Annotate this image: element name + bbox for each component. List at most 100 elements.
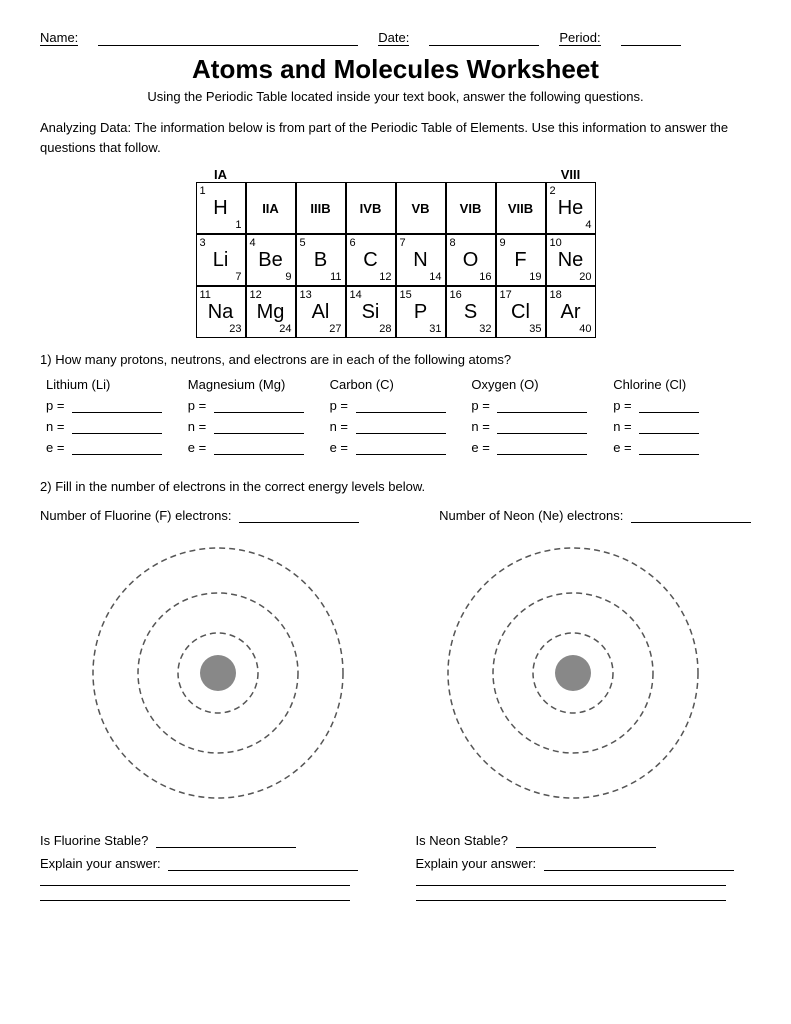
neon-bohr-diagram bbox=[433, 533, 713, 813]
element-Ar: 18 Ar 40 bbox=[546, 286, 596, 338]
fill-Li-n bbox=[72, 433, 162, 434]
fill-row-Li-n: n = bbox=[46, 419, 178, 434]
atom-name-Cl: Chlorine (Cl) bbox=[613, 377, 745, 392]
element-S: 16 S 32 bbox=[446, 286, 496, 338]
group-IIIB: IIIB bbox=[296, 182, 346, 234]
fluorine-electrons-fill bbox=[239, 522, 359, 523]
fill-row-C-n: n = bbox=[330, 419, 462, 434]
fill-C-n bbox=[356, 433, 446, 434]
group-IIA: IIA bbox=[246, 182, 296, 234]
fill-row-O-e: e = bbox=[471, 440, 603, 455]
neon-stable-fill bbox=[516, 847, 656, 848]
question-1-section: 1) How many protons, neutrons, and elect… bbox=[40, 352, 751, 463]
fluorine-stability-col: Is Fluorine Stable? Explain your answer: bbox=[40, 833, 376, 901]
element-Mg: 12 Mg 24 bbox=[246, 286, 296, 338]
period-label: Period: bbox=[559, 30, 600, 46]
electron-labels-row: Number of Fluorine (F) electrons: Number… bbox=[40, 508, 751, 523]
neon-line-1 bbox=[416, 885, 726, 886]
period-line bbox=[621, 30, 681, 46]
pt-row-2: 11 Na 23 12 Mg 24 13 Al 27 14 Si 28 15 P bbox=[196, 286, 596, 338]
header-line: Name: Date: Period: bbox=[40, 30, 751, 46]
fill-row-Mg-e: e = bbox=[188, 440, 320, 455]
fill-Cl-p bbox=[639, 412, 699, 413]
atomic-num-H: 1 bbox=[200, 185, 206, 197]
periodic-table-section: IA VIII 1 H 1 IIA IIIB IVB VB VIB VIIB bbox=[40, 167, 751, 338]
element-O: 8 O 16 bbox=[446, 234, 496, 286]
question-2-section: 2) Fill in the number of electrons in th… bbox=[40, 479, 751, 901]
fluorine-explain-fill bbox=[168, 870, 358, 871]
element-Ne: 10 Ne 20 bbox=[546, 234, 596, 286]
element-Si: 14 Si 28 bbox=[346, 286, 396, 338]
fill-O-e bbox=[497, 454, 587, 455]
subtitle: Using the Periodic Table located inside … bbox=[40, 89, 751, 104]
fill-row-Li-p: p = bbox=[46, 398, 178, 413]
fluorine-electrons-label: Number of Fluorine (F) electrons: bbox=[40, 508, 359, 523]
neon-stability-col: Is Neon Stable? Explain your answer: bbox=[416, 833, 752, 901]
fill-row-Cl-p: p = bbox=[613, 398, 745, 413]
fill-O-p bbox=[497, 412, 587, 413]
fill-Li-e bbox=[72, 454, 162, 455]
element-B: 5 B 11 bbox=[296, 234, 346, 286]
neon-electrons-label: Number of Neon (Ne) electrons: bbox=[439, 508, 751, 523]
group-IVB: IVB bbox=[346, 182, 396, 234]
atom-col-Cl: Chlorine (Cl) p = n = e = bbox=[609, 377, 749, 461]
neon-explain-fill bbox=[544, 870, 734, 871]
group-headers-top: IA VIII bbox=[196, 167, 596, 182]
gh-VIII: VIII bbox=[546, 167, 596, 182]
neon-explain-text: Explain your answer: bbox=[416, 856, 752, 871]
element-F: 9 F 19 bbox=[496, 234, 546, 286]
fill-C-e bbox=[356, 454, 446, 455]
atom-col-O: Oxygen (O) p = n = e = bbox=[467, 377, 607, 461]
fill-row-O-n: n = bbox=[471, 419, 603, 434]
fill-row-Mg-n: n = bbox=[188, 419, 320, 434]
fill-row-O-p: p = bbox=[471, 398, 603, 413]
fill-C-p bbox=[356, 412, 446, 413]
element-Be: 4 Be 9 bbox=[246, 234, 296, 286]
q1-body: How many protons, neutrons, and electron… bbox=[55, 352, 511, 367]
date-line bbox=[429, 30, 539, 46]
neon-electrons-fill bbox=[631, 522, 751, 523]
fill-Mg-e bbox=[214, 454, 304, 455]
q1-number: 1) bbox=[40, 352, 52, 367]
pt-row-0: 1 H 1 IIA IIIB IVB VB VIB VIIB 2 He 4 bbox=[196, 182, 596, 234]
name-label: Name: bbox=[40, 30, 78, 46]
group-VIB: VIB bbox=[446, 182, 496, 234]
fill-Mg-p bbox=[214, 412, 304, 413]
element-N: 7 N 14 bbox=[396, 234, 446, 286]
element-He: 2 He 4 bbox=[546, 182, 596, 234]
fill-O-n bbox=[497, 433, 587, 434]
group-VIIB: VIIB bbox=[496, 182, 546, 234]
pt-grid: 1 H 1 IIA IIIB IVB VB VIB VIIB 2 He 4 3 … bbox=[196, 182, 596, 338]
name-line bbox=[98, 30, 358, 46]
element-Li: 3 Li 7 bbox=[196, 234, 246, 286]
atomic-num-He: 2 bbox=[550, 185, 556, 197]
element-Cl: 17 Cl 35 bbox=[496, 286, 546, 338]
q2-body: Fill in the number of electrons in the c… bbox=[55, 479, 425, 494]
atom-name-Li: Lithium (Li) bbox=[46, 377, 178, 392]
fill-row-Mg-p: p = bbox=[188, 398, 320, 413]
fluorine-line-2 bbox=[40, 900, 350, 901]
fluorine-stable-text: Is Fluorine Stable? bbox=[40, 833, 376, 848]
gh-IA: IA bbox=[196, 167, 246, 182]
fill-row-Cl-e: e = bbox=[613, 440, 745, 455]
fluorine-stable-fill bbox=[156, 847, 296, 848]
q1-text: 1) How many protons, neutrons, and elect… bbox=[40, 352, 751, 367]
group-VB: VB bbox=[396, 182, 446, 234]
element-H: 1 H 1 bbox=[196, 182, 246, 234]
fill-Li-p bbox=[72, 412, 162, 413]
atom-names-row: Lithium (Li) p = n = e = Magnesium (Mg) … bbox=[42, 377, 749, 461]
atom-col-Mg: Magnesium (Mg) p = n = e = bbox=[184, 377, 324, 461]
fill-row-C-e: e = bbox=[330, 440, 462, 455]
element-C: 6 C 12 bbox=[346, 234, 396, 286]
stability-row: Is Fluorine Stable? Explain your answer:… bbox=[40, 833, 751, 901]
symbol-H: H bbox=[213, 197, 227, 219]
fluorine-bohr-svg bbox=[78, 533, 358, 813]
atom-col-C: Carbon (C) p = n = e = bbox=[326, 377, 466, 461]
fluorine-line-1 bbox=[40, 885, 350, 886]
atom-name-C: Carbon (C) bbox=[330, 377, 462, 392]
fluorine-bohr-diagram bbox=[78, 533, 358, 813]
atom-name-Mg: Magnesium (Mg) bbox=[188, 377, 320, 392]
fill-row-C-p: p = bbox=[330, 398, 462, 413]
q2-number: 2) bbox=[40, 479, 52, 494]
pt-row-1: 3 Li 7 4 Be 9 5 B 11 6 C 12 7 N bbox=[196, 234, 596, 286]
